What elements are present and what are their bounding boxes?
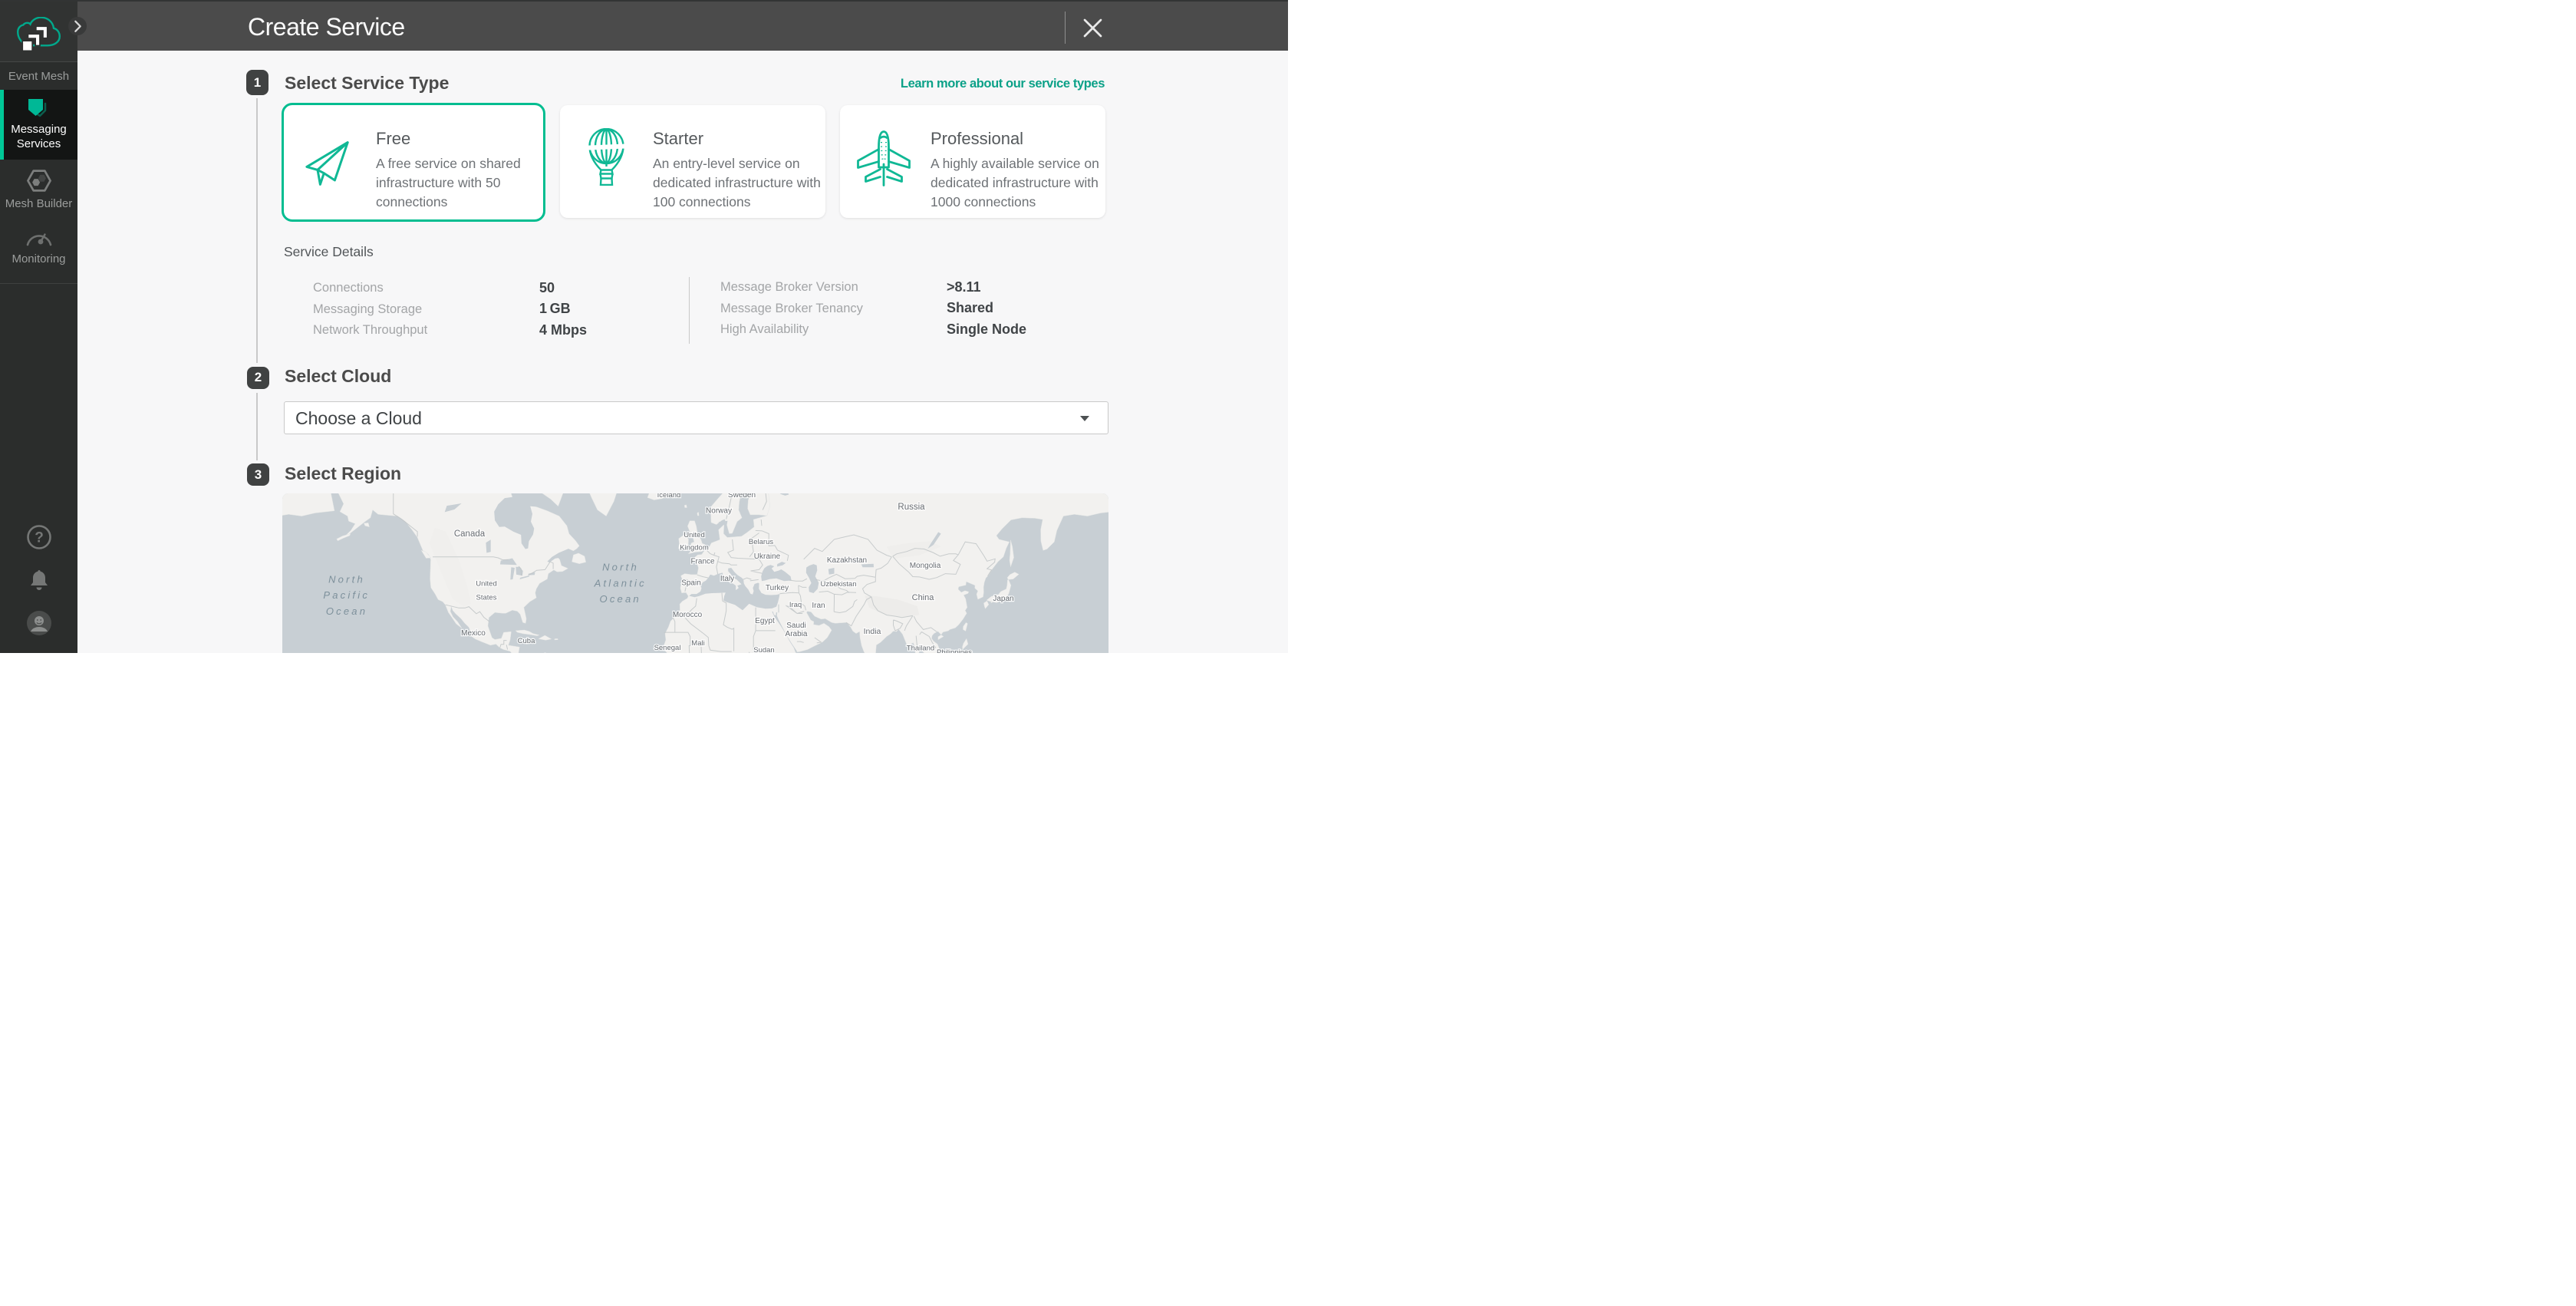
svg-text:Norway: Norway — [706, 507, 732, 516]
svg-text:Kingdom: Kingdom — [680, 544, 709, 552]
svg-text:United: United — [684, 531, 704, 539]
svg-text:Canada: Canada — [454, 529, 486, 539]
svg-text:Mali: Mali — [691, 639, 704, 648]
svg-text:Iceland: Iceland — [657, 493, 681, 500]
svg-text:Egypt: Egypt — [755, 617, 775, 625]
svg-text:Sweden: Sweden — [728, 493, 756, 500]
svg-text:Uzbekistan: Uzbekistan — [821, 580, 857, 589]
svg-text:Iraq: Iraq — [789, 601, 802, 609]
svg-text:Cuba: Cuba — [518, 637, 535, 645]
svg-text:Sudan: Sudan — [753, 646, 774, 653]
svg-text:Atlantic: Atlantic — [594, 577, 647, 589]
svg-text:Ukraine: Ukraine — [754, 552, 781, 561]
svg-text:Philippines: Philippines — [937, 648, 972, 653]
svg-text:Turkey: Turkey — [766, 584, 789, 592]
svg-text:Morocco: Morocco — [673, 611, 703, 619]
svg-text:Russia: Russia — [898, 503, 925, 512]
svg-text:Pacific: Pacific — [323, 589, 370, 601]
svg-text:Arabia: Arabia — [786, 630, 808, 638]
svg-text:Mexico: Mexico — [461, 629, 486, 638]
svg-text:?: ? — [35, 530, 44, 546]
svg-text:United: United — [476, 580, 496, 589]
svg-text:Japan: Japan — [993, 595, 1013, 603]
svg-text:Thailand: Thailand — [907, 645, 934, 653]
svg-text:States: States — [476, 594, 497, 602]
svg-text:Italy: Italy — [720, 575, 734, 583]
svg-text:Mongolia: Mongolia — [910, 562, 941, 570]
svg-text:India: India — [864, 627, 881, 636]
svg-text:Saudi: Saudi — [786, 622, 806, 630]
svg-text:Ocean: Ocean — [600, 593, 641, 605]
svg-text:Senegal: Senegal — [654, 644, 681, 652]
svg-text:Belarus: Belarus — [749, 538, 773, 546]
svg-text:Spain: Spain — [681, 579, 701, 588]
svg-text:Ocean: Ocean — [326, 605, 367, 617]
svg-text:Iran: Iran — [812, 602, 825, 610]
svg-text:North: North — [328, 573, 365, 585]
svg-text:France: France — [690, 558, 715, 566]
svg-text:North: North — [602, 561, 639, 572]
svg-text:Kazakhstan: Kazakhstan — [827, 556, 867, 565]
svg-text:China: China — [912, 593, 935, 602]
